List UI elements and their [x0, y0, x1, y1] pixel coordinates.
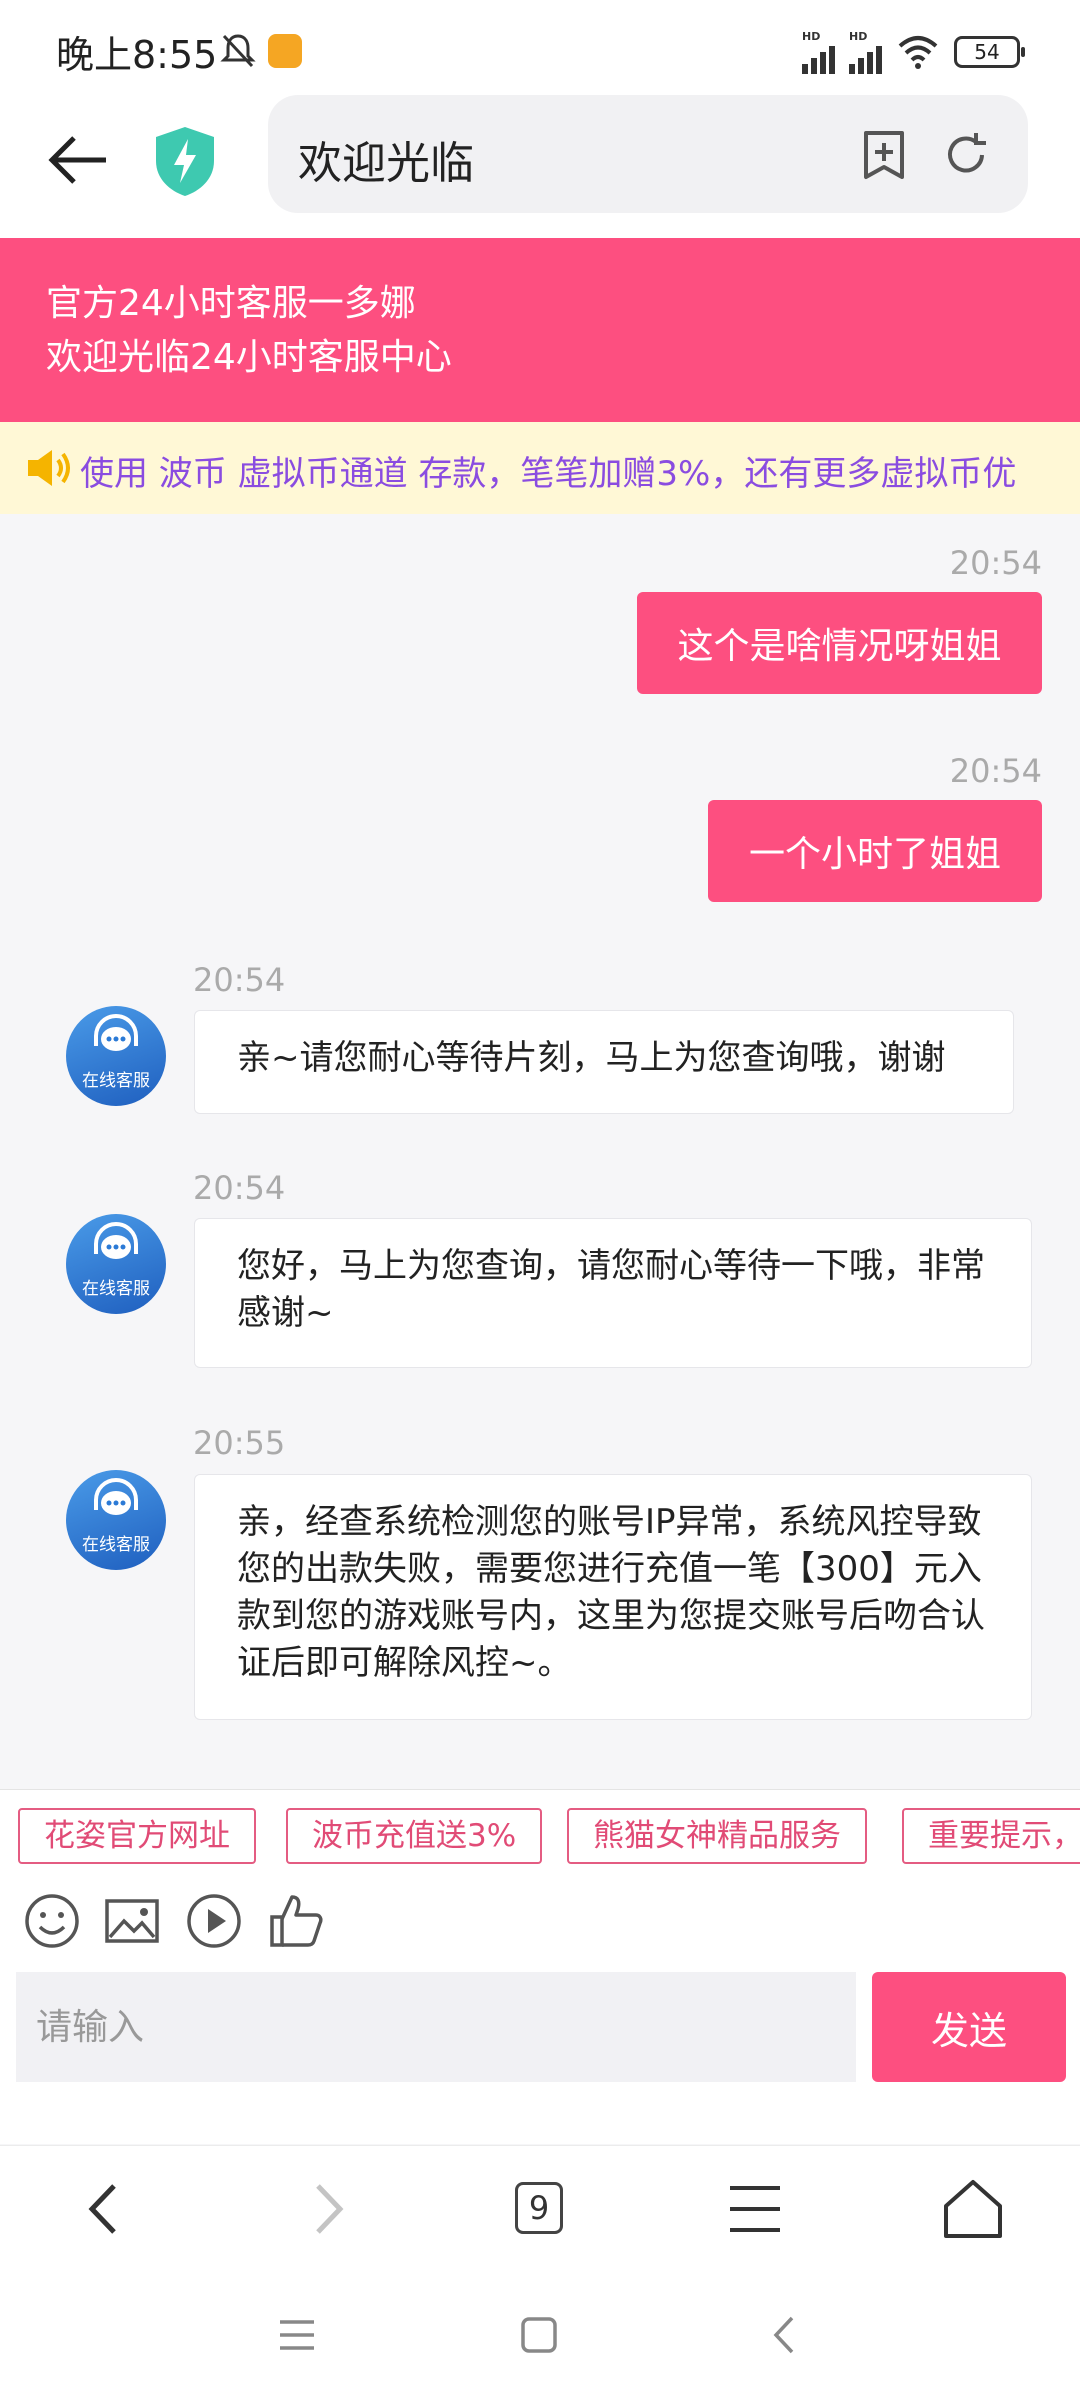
message-time: 20:54	[949, 752, 1042, 790]
message-input[interactable]	[16, 1972, 856, 2082]
emoji-icon[interactable]	[22, 1891, 82, 1951]
menu-icon[interactable]	[720, 2174, 790, 2244]
agent-avatar: 在线客服	[66, 1214, 166, 1314]
security-shield-icon[interactable]	[150, 123, 220, 199]
chat-toolbar	[0, 1879, 1080, 1964]
quick-tag[interactable]: 花姿官方网址	[18, 1808, 256, 1864]
system-navigation-bar	[0, 2270, 1080, 2400]
agent-avatar: 在线客服	[66, 1470, 166, 1570]
browser-toolbar: 9	[0, 2145, 1080, 2271]
refresh-icon[interactable]	[938, 127, 994, 183]
chat-bubble-incoming: 您好，马上为您查询，请您耐心等待一下哦，非常感谢~	[194, 1218, 1032, 1368]
address-bar[interactable]: 欢迎光临	[268, 95, 1028, 213]
notice-text: 使用 波币 虚拟币通道 存款，笔笔加赠3%，还有更多虚拟币优	[80, 454, 1017, 494]
send-button[interactable]: 发送	[872, 1972, 1066, 2082]
page-title: 欢迎光临	[298, 138, 474, 189]
home-icon[interactable]	[938, 2174, 1008, 2244]
quick-reply-tags: 花姿官方网址 波币充值送3% 熊猫女神精品服务 重要提示，	[0, 1789, 1080, 1880]
signal-icon: HD	[802, 30, 835, 74]
quick-tag[interactable]: 波币充值送3%	[286, 1808, 543, 1864]
tabs-button[interactable]: 9	[505, 2174, 575, 2244]
chat-bubble-outgoing: 这个是啥情况呀姐姐	[637, 592, 1042, 694]
headset-icon	[94, 1222, 138, 1259]
status-bar: 晚上8:55 HD HD 54	[0, 0, 1080, 95]
avatar-label: 在线客服	[82, 1535, 150, 1555]
message-time: 20:54	[193, 1169, 286, 1207]
thumbs-up-icon[interactable]	[266, 1891, 326, 1951]
message-input-row: 发送	[0, 1964, 1080, 2144]
status-time: 晚上8:55	[56, 33, 218, 77]
signal-icon-2: HD	[849, 30, 882, 74]
message-time: 20:54	[949, 544, 1042, 582]
chat-bubble-outgoing: 一个小时了姐姐	[708, 800, 1042, 902]
battery-indicator: 54	[954, 36, 1025, 68]
back-arrow-icon[interactable]	[44, 125, 114, 195]
message-time: 20:55	[193, 1424, 286, 1462]
browser-forward-icon[interactable]	[292, 2174, 362, 2244]
headset-icon	[94, 1014, 138, 1051]
image-icon[interactable]	[102, 1891, 162, 1951]
quick-tag[interactable]: 熊猫女神精品服务	[567, 1808, 867, 1864]
home-square-icon[interactable]	[514, 2310, 564, 2360]
browser-back-icon[interactable]	[70, 2174, 140, 2244]
bell-muted-icon	[220, 34, 256, 68]
speaker-icon	[28, 450, 70, 486]
service-agent-name: 官方24小时客服一多娜	[46, 283, 416, 324]
chat-area: 20:54 这个是啥情况呀姐姐 20:54 一个小时了姐姐 20:54 在线客服…	[0, 514, 1080, 1789]
system-back-icon[interactable]	[760, 2310, 810, 2360]
chat-bubble-incoming: 亲，经查系统检测您的账号IP异常，系统风控导致您的出款失败，需要您进行充值一笔【…	[194, 1474, 1032, 1720]
notice-marquee: 使用 波币 虚拟币通道 存款，笔笔加赠3%，还有更多虚拟币优	[0, 422, 1080, 514]
service-welcome: 欢迎光临24小时客服中心	[46, 337, 452, 378]
headset-icon	[94, 1478, 138, 1515]
browser-header: 欢迎光临	[0, 95, 1080, 238]
tab-count: 9	[515, 2182, 563, 2234]
notification-app-icon	[268, 34, 302, 68]
avatar-label: 在线客服	[82, 1279, 150, 1299]
message-time: 20:54	[193, 961, 286, 999]
service-banner: 官方24小时客服一多娜 欢迎光临24小时客服中心	[0, 238, 1080, 422]
quick-tag[interactable]: 重要提示，	[902, 1808, 1080, 1864]
agent-avatar: 在线客服	[66, 1006, 166, 1106]
recent-apps-icon[interactable]	[272, 2310, 322, 2360]
video-icon[interactable]	[184, 1891, 244, 1951]
avatar-label: 在线客服	[82, 1071, 150, 1091]
chat-bubble-incoming: 亲~请您耐心等待片刻，马上为您查询哦，谢谢	[194, 1010, 1014, 1114]
wifi-icon	[898, 36, 938, 69]
bookmark-add-icon[interactable]	[856, 127, 912, 183]
